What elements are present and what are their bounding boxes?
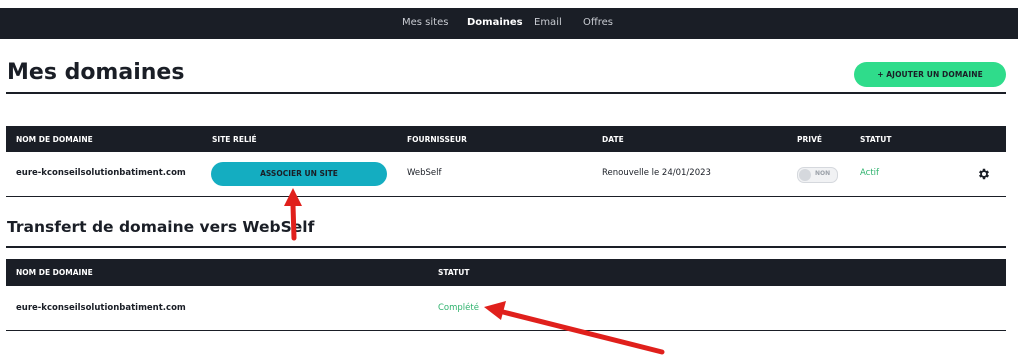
annotation-arrow-up	[284, 188, 302, 241]
annotation-arrow-left	[484, 301, 665, 355]
annotation-arrows	[284, 188, 665, 355]
